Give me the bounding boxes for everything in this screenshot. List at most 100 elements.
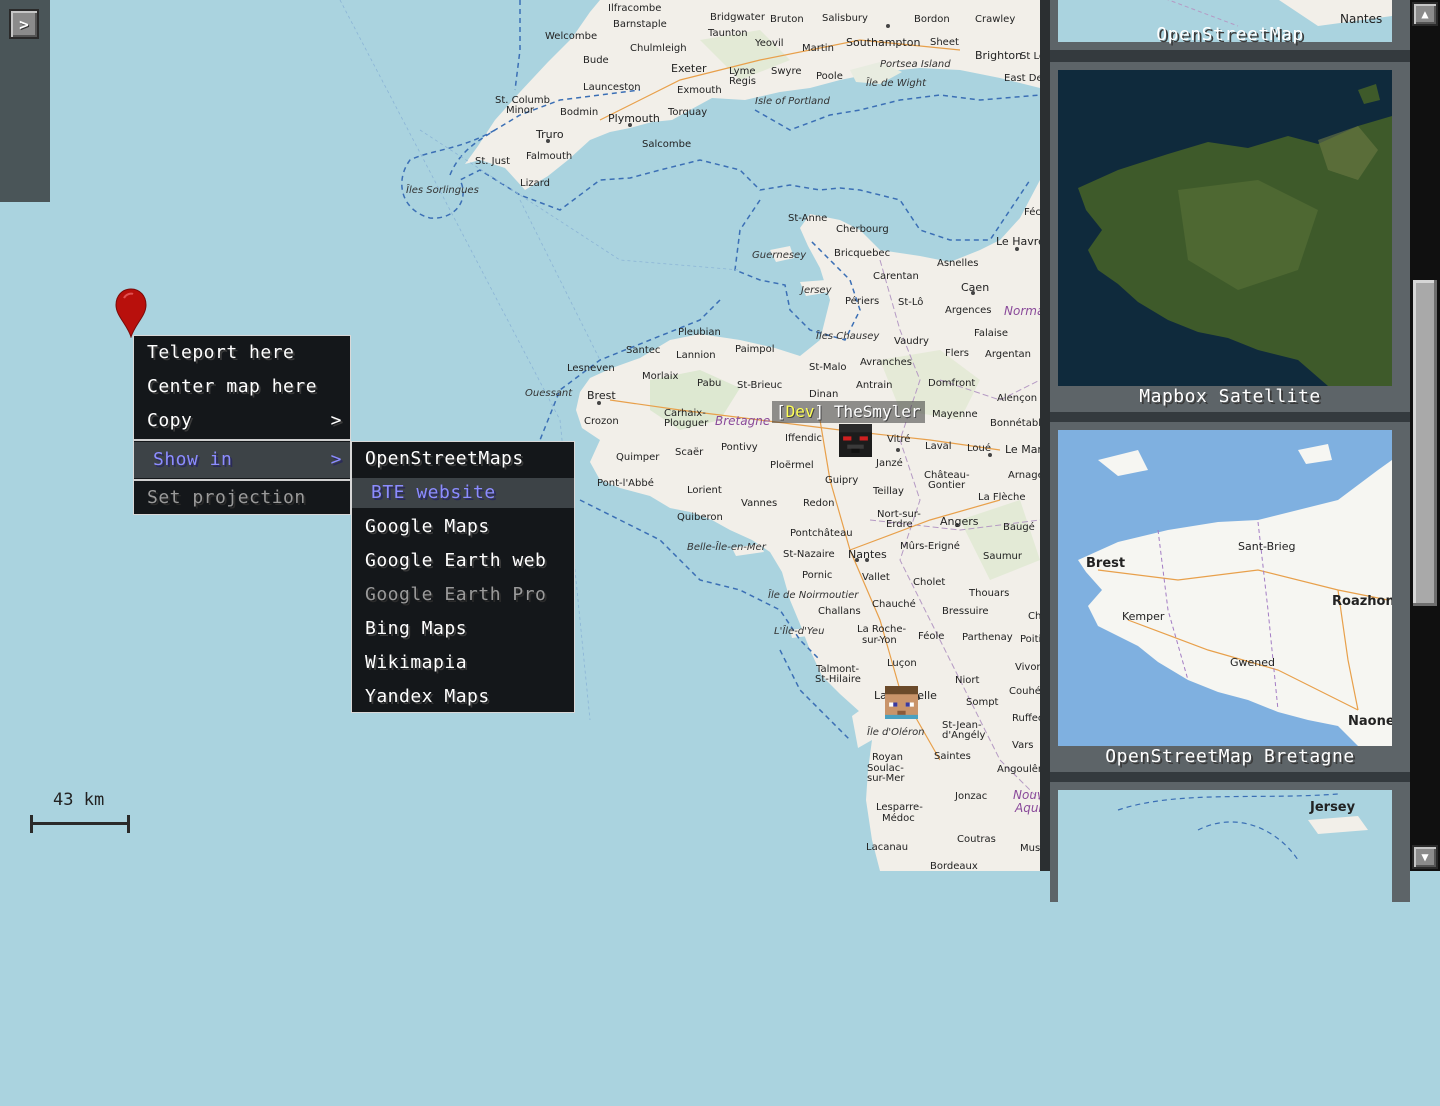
map-place-label: Pontivy <box>721 442 758 453</box>
submenu-item-yandex-maps[interactable]: Yandex Maps <box>352 680 574 714</box>
map-place-label: Sheet <box>930 37 959 48</box>
map-place-label: Mussid <box>1020 843 1040 854</box>
submenu-item-bing-maps[interactable]: Bing Maps <box>352 612 574 646</box>
map-place-label: Antrain <box>856 380 893 391</box>
map-place-label: Périers <box>845 296 880 307</box>
map-place-label: Exmouth <box>677 85 722 96</box>
map-place-label: Crawley <box>975 14 1016 25</box>
sidebar-border <box>1040 0 1050 871</box>
satellite-thumbnail <box>1058 70 1392 386</box>
thumb-place-label: Roazhon <box>1332 594 1392 609</box>
map-place-label: Vars <box>1012 740 1034 751</box>
expand-panel-button[interactable]: > <box>9 9 39 39</box>
map-place-label: Morlaix <box>642 371 679 382</box>
map-place-label: Bodmin <box>560 107 599 118</box>
map-place-label: Carentan <box>873 271 919 282</box>
map-place-label: Paimpol <box>735 344 775 355</box>
layer-card-partial[interactable]: Jersey <box>1050 782 1410 1106</box>
thumb-place-label: Sant-Brieg <box>1238 540 1296 553</box>
map-place-label: St. Just <box>475 156 511 167</box>
map-place-label: Bricquebec <box>834 248 891 259</box>
map-place-label: Challans <box>818 606 861 617</box>
submenu-item-google-earth-web[interactable]: Google Earth web <box>352 544 574 578</box>
map-place-label: St-Lô <box>898 297 924 308</box>
map-place-label: Normand <box>1004 304 1040 318</box>
submenu-item-google-maps[interactable]: Google Maps <box>352 510 574 544</box>
map-thumbnail <box>1058 430 1392 746</box>
menu-item-center-map-here[interactable]: Center map here <box>134 370 350 404</box>
map-place-label: Jersey <box>801 285 832 296</box>
scroll-up-button[interactable]: ▲ <box>1412 2 1438 26</box>
submenu-item-bte-website[interactable]: BTE website <box>352 478 574 508</box>
map-place-label: Caen <box>961 281 990 294</box>
menu-item-show-in[interactable]: Show in > <box>134 442 350 478</box>
map-place-label: Poitier <box>1020 634 1040 645</box>
map-pin-icon[interactable] <box>115 288 147 338</box>
map-place-label: Pont-l'Abbé <box>597 478 654 489</box>
map-place-label: Southampton <box>846 36 921 49</box>
menu-item-teleport-here[interactable]: Teleport here <box>134 336 350 370</box>
map-place-label: Bordeaux <box>930 861 978 871</box>
map-place-label: Taunton <box>708 28 748 39</box>
map-place-label: Yeovil <box>755 38 784 49</box>
map-place-label: Saumur <box>983 551 1023 562</box>
map-place-label: Féole <box>918 631 945 642</box>
map-place-label: Angoulême <box>997 764 1040 775</box>
map-place-label: Argentan <box>985 349 1032 360</box>
menu-item-label: OpenStreetMaps <box>365 448 524 469</box>
map-place-label: Baugé <box>1003 522 1035 533</box>
thumb-place-label: Jersey <box>1310 800 1356 815</box>
map-place-label: Launceston <box>583 82 641 93</box>
map-place-label: Iffendic <box>785 433 822 444</box>
map-place-label: Pleubian <box>678 327 721 338</box>
map-place-label: Plymouth <box>608 112 660 125</box>
scroll-down-button[interactable]: ▼ <box>1412 845 1438 869</box>
menu-item-label: Google Earth Pro <box>365 584 547 605</box>
map-place-label: Martin <box>802 43 834 54</box>
map-place-label: La Flèche <box>978 492 1026 503</box>
player-head-icon[interactable] <box>885 686 918 719</box>
map-place-label: Lacanau <box>866 842 909 853</box>
map-place-label: Saintes <box>934 751 971 762</box>
map-place-label: Isle of Portland <box>755 96 830 107</box>
menu-item-copy[interactable]: Copy > <box>134 404 350 438</box>
map-place-label: Ouessant <box>525 388 573 399</box>
map-place-label: Salisbury <box>822 13 868 24</box>
map-place-label: Barnstaple <box>613 19 667 30</box>
map-place-label: Torquay <box>668 107 708 118</box>
submenu-item-openstreetmaps[interactable]: OpenStreetMaps <box>352 442 574 476</box>
map-place-label: Alençon <box>997 393 1038 404</box>
menu-item-label: Wikimapia <box>365 652 468 673</box>
map-place-label: Chauché <box>872 599 916 610</box>
map-place-label: Mûrs-Erigné <box>900 541 960 552</box>
menu-item-set-projection: Set projection <box>134 481 350 515</box>
thumb-place-label: Gwened <box>1230 656 1276 669</box>
map-place-label: Quiberon <box>677 512 723 523</box>
map-place-label: Coutras <box>957 834 996 845</box>
submenu-item-wikimapia[interactable]: Wikimapia <box>352 646 574 680</box>
scrollbar-thumb[interactable] <box>1413 280 1437 606</box>
layer-card-openstreetmap[interactable]: Nantes OpenStreetMap <box>1050 0 1410 50</box>
chevron-up-icon: ▲ <box>1421 7 1429 21</box>
map-place-label: Pontchâteau <box>790 528 853 539</box>
map-place-label: Îles Sorlingues <box>406 185 479 196</box>
map-place-label: Chât <box>1028 611 1040 622</box>
map-place-label: Ploërmel <box>770 460 814 471</box>
map-place-label: Loué <box>967 443 992 454</box>
layer-thumbnail: Jersey <box>1058 790 1392 1106</box>
map-place-label: Île de Noirmoutier <box>768 590 859 601</box>
map-place-label: Bridgwater <box>710 12 765 23</box>
layer-card-mapbox-satellite[interactable]: Mapbox Satellite <box>1050 62 1410 412</box>
map-place-label: Guipry <box>825 475 859 486</box>
map-place-label: Sompt <box>966 697 999 708</box>
map-place-label: Pabu <box>697 378 722 389</box>
layer-caption: OpenStreetMap <box>1156 24 1304 45</box>
map-place-label: Cherbourg <box>836 224 889 235</box>
side-toggle-panel: > <box>0 0 50 202</box>
layer-caption: OpenStreetMap Bretagne <box>1105 746 1355 767</box>
map-place-label: Vivonne <box>1015 662 1040 673</box>
player-head-icon[interactable] <box>839 424 872 457</box>
layer-card-openstreetmap-bretagne[interactable]: Brest Sant-Brieg Kemper Roazhon Gwened N… <box>1050 422 1410 772</box>
menu-item-label: BTE website <box>371 482 496 503</box>
layer-sidebar: Nantes OpenStreetMap Mapbox Satellite Br… <box>1040 0 1440 1106</box>
